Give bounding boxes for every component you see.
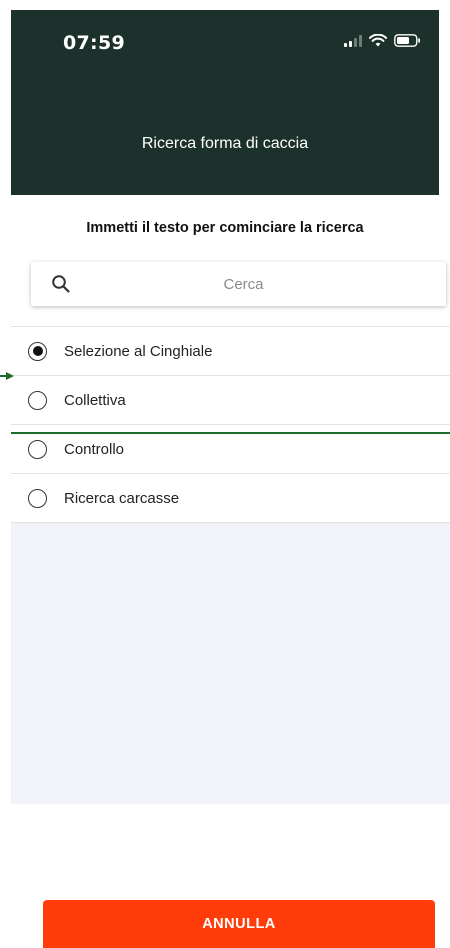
search-bar[interactable] — [31, 262, 446, 306]
annotation-arrow-icon — [0, 372, 14, 380]
battery-icon — [394, 34, 420, 47]
list-item-option-1[interactable]: Selezione al Cinghiale — [11, 327, 450, 376]
search-icon — [52, 275, 70, 293]
radio-empty-icon[interactable] — [28, 488, 47, 508]
option-label: Selezione al Cinghiale — [64, 342, 213, 360]
cancel-button[interactable]: ANNULLA — [43, 900, 435, 948]
status-time: 07:59 — [63, 32, 125, 54]
app-screen: 07:59 Ricerca forma di caccia Immetti il… — [0, 0, 450, 948]
signal-icon — [344, 34, 362, 47]
option-label: Controllo — [64, 440, 125, 458]
radio-empty-icon[interactable] — [28, 390, 47, 410]
search-input[interactable] — [31, 262, 446, 306]
radio-empty-icon[interactable] — [28, 439, 47, 459]
option-label: Collettiva — [64, 391, 126, 409]
option-label: Ricerca carcasse — [64, 489, 180, 507]
search-instructions: Immetti il testo per cominciare la ricer… — [86, 220, 364, 236]
list-item-option-2[interactable]: Collettiva — [11, 376, 450, 425]
list-item-option-4[interactable]: Ricerca carcasse — [11, 474, 450, 523]
hunt-type-list: Selezione al Cinghiale Collettiva Contro… — [11, 326, 450, 804]
wifi-icon — [369, 34, 387, 47]
page-title: Ricerca forma di caccia — [141, 135, 309, 152]
status-icons — [344, 34, 421, 47]
annotation-line — [11, 432, 450, 434]
radio-selected-icon[interactable] — [28, 341, 47, 361]
app-header: 07:59 Ricerca forma di caccia — [11, 10, 439, 195]
